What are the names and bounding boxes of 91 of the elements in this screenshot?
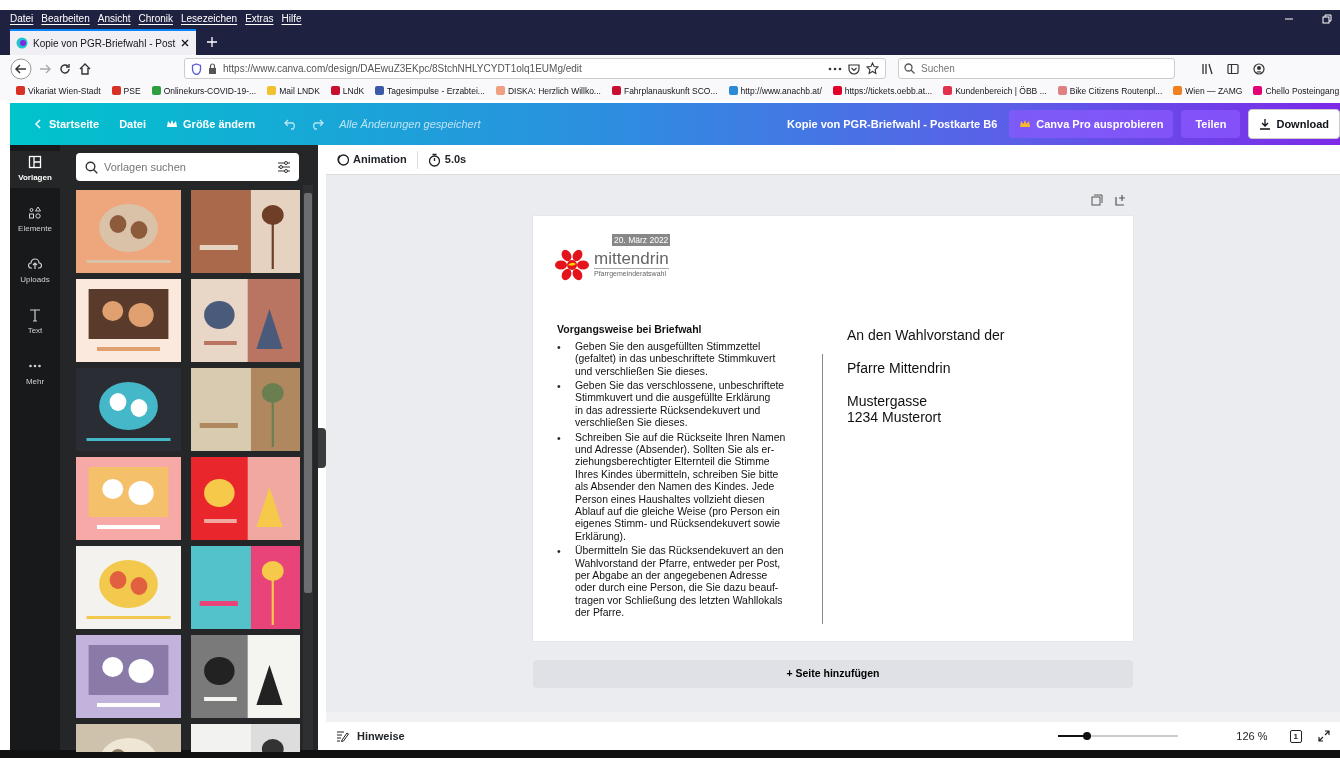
sidebar-tab[interactable]: Mehr (10, 355, 60, 392)
reload-icon[interactable] (58, 61, 72, 76)
sidebar-tab[interactable]: Uploads (10, 253, 60, 290)
download-button[interactable]: Download (1248, 108, 1340, 140)
restore-icon[interactable] (1322, 13, 1332, 24)
text-icon (28, 308, 42, 322)
shapes-icon (28, 206, 42, 220)
bullet-mark: • (556, 379, 562, 394)
pro-button[interactable]: Canva Pro ausprobieren (1009, 109, 1174, 139)
site-icon (16, 37, 28, 49)
bookmark-link[interactable]: Bike Citizens Routenpl... (1057, 84, 1163, 98)
bookmark-link[interactable]: Tagesimpulse - Erzabtei... (375, 84, 485, 98)
slider-thumb[interactable] (1083, 732, 1092, 740)
bookmark-link[interactable]: https://tickets.oebb.at... (832, 84, 933, 98)
heading: Vorgangsweise bei Briefwahl (557, 322, 703, 337)
sidebar-icon[interactable] (1227, 62, 1239, 75)
address-bar[interactable]: https://www.canva.com/design/DAEwuZ3EKpc/8StchNHLYCYDT1olq1EUMg/edit (184, 58, 886, 79)
menu-item[interactable]: Lesezeichen (181, 11, 238, 26)
collapse-handle[interactable] (318, 427, 326, 468)
date-label: 20. März 2022 (612, 234, 671, 246)
share-button[interactable]: Teilen (1181, 109, 1241, 139)
fullscreen-icon[interactable] (1318, 730, 1330, 742)
bookmark-link[interactable]: DISKA: Herzlich Willko... (495, 84, 601, 98)
bookmark-link[interactable]: Wien — ZAMG (1173, 84, 1243, 98)
chevron-icon (32, 118, 44, 130)
menu-item[interactable]: Ansicht (97, 11, 131, 26)
lock-icon (208, 63, 217, 74)
search-icon (904, 63, 915, 74)
sidebar-tab[interactable]: Elemente (10, 202, 60, 239)
search-icon (85, 161, 98, 174)
animation-icon (336, 153, 349, 166)
timer-icon (427, 152, 441, 167)
address-line: Mustergasse 1234 Musterort (847, 393, 943, 425)
menu-item[interactable]: Extras (245, 11, 274, 26)
url-text: https://www.canva.com/design/DAEwuZ3EKpc/8StchNHLYCYDT1olq1EUMg/edit (223, 62, 583, 76)
page-count-button[interactable]: 1 (1289, 729, 1302, 743)
bullet-mark: • (556, 431, 562, 446)
home-icon[interactable] (78, 61, 92, 76)
save-status: Alle Änderungen gespeichert (339, 116, 481, 132)
bullet-text: Geben Sie den ausgefüllten Stimmzettel (gefaltet) in das unbeschriftete Stimmkuvert und verschließen Sie dieses. (575, 340, 776, 378)
sidebar-tab[interactable]: Vorlagen (10, 151, 60, 188)
bookmark-link[interactable]: Chello Posteingang (1253, 84, 1340, 98)
zoom-reading: 126 % (1236, 728, 1268, 744)
crown-icon (166, 118, 179, 130)
library-icon[interactable] (1201, 62, 1213, 75)
address-line: Pfarre Mittendrin (847, 360, 952, 376)
star-icon[interactable] (866, 62, 879, 75)
browser-tab[interactable]: Kopie von PGR-Briefwahl - Post (10, 29, 197, 55)
bookmark-link[interactable]: PSE (111, 84, 141, 98)
bookmark-link[interactable]: Vikariat Wien-Stadt (16, 84, 101, 98)
menu-item[interactable]: Bearbeiten (41, 11, 90, 26)
bullet-mark: • (556, 545, 562, 560)
notes-button[interactable]: Hinweise (336, 727, 405, 745)
filter-icon[interactable] (277, 161, 291, 173)
duplicate-icon[interactable] (1091, 194, 1103, 206)
new-tab-icon[interactable] (206, 36, 219, 48)
bullet-text: Geben Sie das verschlossene, unbeschriftete Stimmkuvert und die ausgefüllte Erklärung in das adressierte Rücksendekuvert und verschließen Sie dieses. (575, 379, 785, 430)
upload-icon (28, 257, 42, 271)
menu-item[interactable]: Chronik (138, 11, 173, 26)
address-line: An den Wahlvorstand der (847, 327, 1005, 343)
menu-item[interactable]: Hilfe (281, 11, 302, 26)
sidebar-tab[interactable]: Text (10, 304, 60, 341)
bookmark-link[interactable]: Fahrplanauskunft SCO... (611, 84, 718, 98)
add-page-button[interactable]: + Seite hinzufügen (533, 660, 1133, 688)
document-title: Kopie von PGR-Briefwahl - Postkarte B6 (787, 116, 998, 132)
close-icon[interactable] (180, 38, 191, 48)
bookmark-link[interactable]: Mail LNDK (267, 84, 320, 98)
bookmark-link[interactable]: LNdK (330, 84, 365, 98)
add-page-icon[interactable] (1115, 194, 1127, 206)
bookmark-link[interactable]: http://www.anachb.at/ (728, 84, 822, 98)
back-icon[interactable] (10, 57, 32, 80)
bullet-text: Übermitteln Sie das Rücksendekuvert an den Wahlvorstand der Pfarre, entweder per Post, per Abgabe an der angegebenen Adresse oder durch eine Person, die Sie dazu beauf- tragen vor Schließung des letzten Wahllokals der Pfarre. (575, 545, 784, 620)
bullet-mark: • (556, 340, 562, 355)
animation-button[interactable]: Animation (336, 151, 407, 168)
shield-icon (191, 62, 202, 75)
pocket-icon[interactable] (848, 62, 860, 75)
crown-icon (1019, 118, 1032, 130)
notes-icon (336, 730, 349, 742)
search-field[interactable]: Vorlagen suchen (76, 153, 299, 181)
more-icon[interactable] (828, 66, 842, 71)
logo-text: mittendrin (594, 250, 669, 269)
search-field[interactable]: Suchen (898, 58, 1175, 79)
bookmark-link[interactable]: Kundenbereich | ÖBB ... (943, 84, 1047, 98)
download-icon (1259, 118, 1272, 130)
duration-button[interactable]: 5.0s (427, 151, 467, 168)
account-icon[interactable] (1253, 62, 1265, 75)
menu-item[interactable]: Datei (10, 11, 34, 26)
bullet-text: Schreiben Sie auf die Rückseite Ihren Namen und Adresse (Absender). Sollten Sie als er- ziehungsberechtigter Elternteil die Stimme Ihres Kindes übermitteln, schreiben Sie bitte als Absender den Namen des Kindes. Jede Person eines Haushaltes vollzieht diesen Ablauf auf die gleiche Weise (pro Person ein eigenes Stimm- und Rücksendekuvert sowie Erklärung). (575, 431, 786, 544)
scrollbar-thumb[interactable] (304, 193, 312, 593)
bookmark-link[interactable]: Onlinekurs-COVID-19-... (151, 84, 257, 98)
templates-icon (28, 155, 42, 169)
